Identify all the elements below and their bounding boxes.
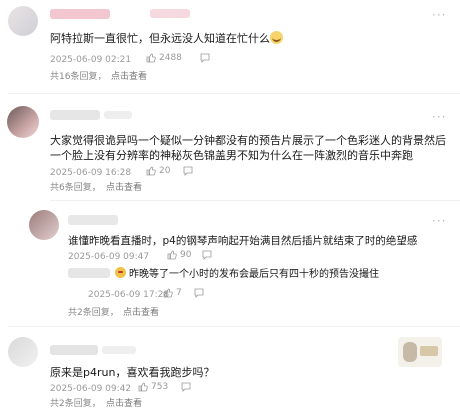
more-options-icon[interactable]: ···: [432, 8, 446, 22]
comment-icon: [202, 250, 212, 260]
reply-text: 谁懂昨晚看直播时，p4的钢琴声响起开始满目然后插片就结束了时的绝望感: [68, 235, 418, 247]
reply-count: 共2条回复，: [68, 308, 119, 318]
reply-button[interactable]: [183, 166, 193, 176]
comment-text: 原来是p4run，喜欢看我跑步吗？: [50, 366, 215, 379]
comment-text-content: 阿特拉斯一直很忙，但永远没人知道在忙什么: [50, 32, 270, 45]
user-badge-sticker: [398, 337, 442, 367]
comment-divider: [8, 326, 460, 327]
like-button[interactable]: 2488: [146, 53, 182, 63]
username-blurred: [102, 346, 136, 354]
username-blurred: [104, 111, 132, 119]
sub-reply-content: 昨晚等了一个小时的发布会最后只有四十秒的预告没撮住: [129, 269, 379, 280]
avatar[interactable]: [29, 210, 59, 240]
comment-divider: [50, 200, 460, 201]
expand-replies-link[interactable]: 点击查看: [106, 398, 142, 410]
like-icon: [146, 53, 156, 63]
username-blurred[interactable]: [68, 268, 110, 278]
comment-divider: [8, 93, 460, 94]
reply-count: 共16条回复，: [50, 72, 107, 82]
comment-text: 阿特拉斯一直很忙，但永远没人知道在忙什么: [50, 31, 283, 46]
like-count: 90: [180, 250, 192, 260]
comment-time: 2025-06-09 16:28: [50, 168, 132, 178]
like-count: 20: [159, 166, 171, 176]
username-blurred[interactable]: [68, 215, 118, 225]
reply-count: 共6条回复，: [50, 183, 101, 193]
comment-icon: [194, 288, 204, 298]
sticker-badge: [420, 346, 438, 356]
reply-button[interactable]: [200, 53, 210, 63]
comment-time: 2025-06-09 09:42: [50, 384, 132, 394]
like-button[interactable]: 753: [138, 382, 168, 392]
username-blurred[interactable]: [50, 345, 98, 355]
expand-replies-link[interactable]: 点击查看: [106, 182, 142, 194]
comment-text: 大家觉得很诡异吗一个疑似一分钟都没有的预告片展示了一个色彩迷人的背景然后一个脸上…: [50, 134, 446, 162]
reply-button[interactable]: [181, 382, 191, 392]
like-count: 2488: [159, 53, 182, 63]
like-button[interactable]: 20: [146, 166, 170, 176]
like-count: 7: [176, 288, 182, 298]
like-icon: [138, 382, 148, 392]
username-blurred[interactable]: [50, 9, 110, 19]
reply-time: 2025-06-09 17:28: [88, 290, 170, 300]
comment-icon: [200, 53, 210, 63]
like-button[interactable]: 7: [163, 288, 182, 298]
like-button[interactable]: 90: [167, 250, 191, 260]
avatar[interactable]: [7, 106, 39, 138]
like-icon: [163, 288, 173, 298]
comment-icon: [183, 166, 193, 176]
avatar[interactable]: [8, 337, 38, 367]
expand-replies-link[interactable]: 点击查看: [123, 307, 159, 319]
username-blurred[interactable]: [50, 110, 100, 120]
like-icon: [146, 166, 156, 176]
comment-time: 2025-06-09 02:21: [50, 55, 132, 65]
username-blurred: [150, 9, 190, 18]
reply-time: 2025-06-09 09:47: [68, 252, 150, 262]
avatar[interactable]: [8, 6, 38, 36]
expand-replies-link[interactable]: 点击查看: [111, 71, 147, 83]
like-icon: [167, 250, 177, 260]
more-options-icon[interactable]: ···: [432, 214, 446, 228]
laughing-emoji-icon: [270, 31, 283, 44]
more-options-icon[interactable]: ···: [432, 110, 446, 124]
reply-button[interactable]: [194, 288, 204, 298]
reply-count: 共2条回复，: [50, 399, 101, 409]
sweat-emoji-icon: [115, 267, 126, 278]
like-count: 753: [151, 382, 169, 392]
sub-reply-text: 昨晚等了一个小时的发布会最后只有四十秒的预告没撮住: [115, 267, 379, 282]
reply-button[interactable]: [202, 250, 212, 260]
sticker-figure: [403, 342, 417, 362]
comment-icon: [181, 382, 191, 392]
